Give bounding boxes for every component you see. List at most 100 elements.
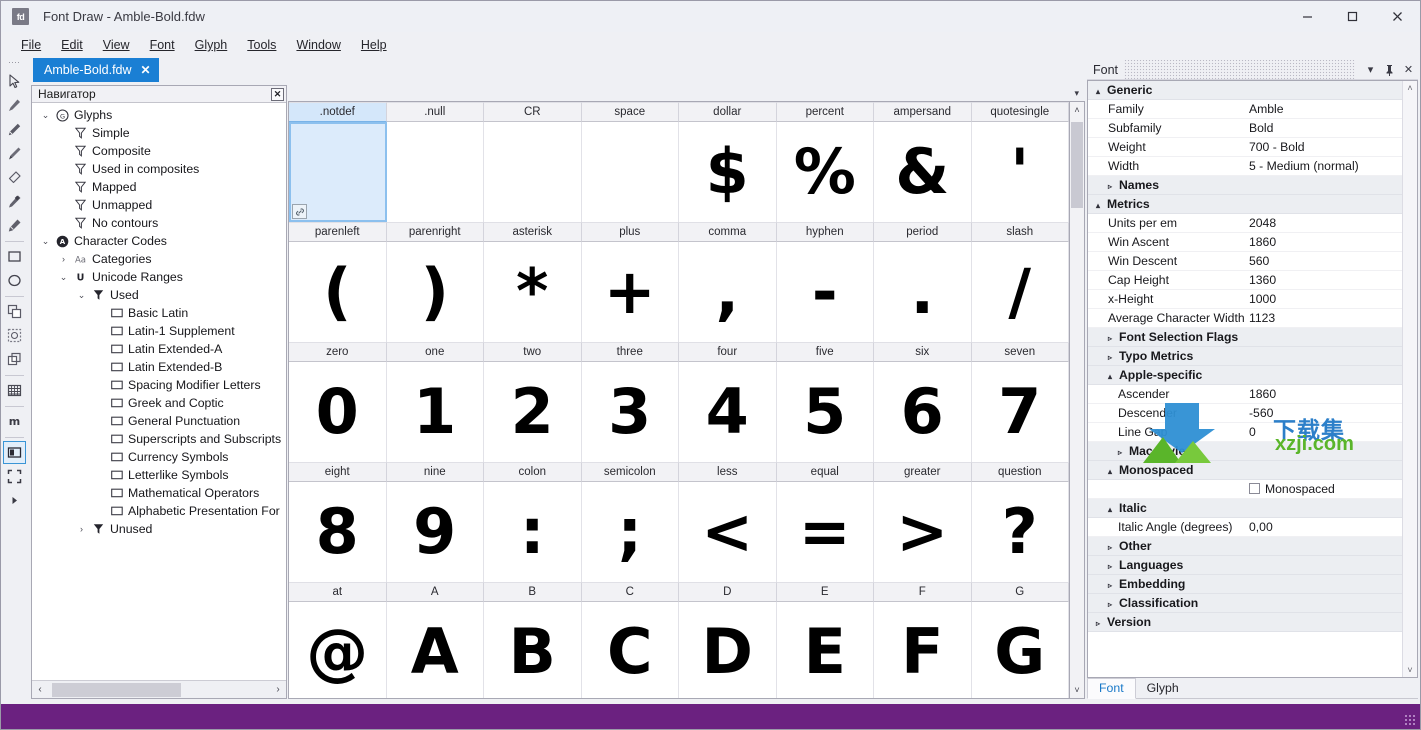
glyph-cell[interactable] xyxy=(581,122,679,222)
glyph-name-header[interactable]: four xyxy=(679,342,777,362)
glyph-cell[interactable]: < xyxy=(679,482,777,582)
glyph-name-header[interactable]: dollar xyxy=(679,102,777,122)
tree-item-greek-and-coptic[interactable]: Greek and Coptic xyxy=(32,394,286,412)
glyph-name-header[interactable]: asterisk xyxy=(484,222,582,242)
menu-edit[interactable]: Edit xyxy=(51,35,93,55)
glyph-name-header[interactable]: eight xyxy=(289,462,387,482)
hscroll-left-icon[interactable]: ‹ xyxy=(32,682,48,698)
glyph-name-header[interactable]: percent xyxy=(776,102,874,122)
union-shapes-icon[interactable] xyxy=(3,300,26,323)
tree-item-basic-latin[interactable]: Basic Latin xyxy=(32,304,286,322)
glyph-name-header[interactable]: seven xyxy=(971,342,1069,362)
tree-item-simple[interactable]: Simple xyxy=(32,124,286,142)
group-twisty-icon[interactable]: ▴ xyxy=(1096,87,1107,96)
menu-font[interactable]: Font xyxy=(140,35,185,55)
expand-arrow-icon[interactable] xyxy=(3,489,26,512)
tree-item-mathematical-operators[interactable]: Mathematical Operators xyxy=(32,484,286,502)
menu-window[interactable]: Window xyxy=(286,35,350,55)
tree-item-spacing-modifier-letters[interactable]: Spacing Modifier Letters xyxy=(32,376,286,394)
tree-item-general-punctuation[interactable]: General Punctuation xyxy=(32,412,286,430)
tree-twisty-icon[interactable]: ⌄ xyxy=(56,272,71,283)
tree-item-unicode-ranges[interactable]: ⌄ U Unicode Ranges xyxy=(32,268,286,286)
glyph-cell[interactable]: ; xyxy=(581,482,679,582)
glyph-cell[interactable]: @ xyxy=(289,602,387,698)
highlighter-icon[interactable] xyxy=(3,214,26,237)
select-region-icon[interactable] xyxy=(3,324,26,347)
font-property-italic-angle-degrees[interactable]: Italic Angle (degrees) 0,00 xyxy=(1088,518,1402,537)
duplicate-icon[interactable] xyxy=(3,348,26,371)
tree-item-latin-extended-a[interactable]: Latin Extended-A xyxy=(32,340,286,358)
glyph-name-header[interactable]: six xyxy=(874,342,972,362)
glyph-name-header[interactable]: space xyxy=(581,102,679,122)
tree-item-character-codes[interactable]: ⌄ A Character Codes xyxy=(32,232,286,250)
group-twisty-icon[interactable]: ▹ xyxy=(1118,448,1129,457)
glyph-cell[interactable]: 9 xyxy=(386,482,484,582)
tree-item-used[interactable]: ⌄ Used xyxy=(32,286,286,304)
glyph-cell[interactable]: G xyxy=(971,602,1069,698)
glyph-cell[interactable]: > xyxy=(874,482,972,582)
font-property-width[interactable]: Width 5 - Medium (normal) xyxy=(1088,157,1402,176)
tree-item-letterlike-symbols[interactable]: Letterlike Symbols xyxy=(32,466,286,484)
marker-icon[interactable] xyxy=(3,190,26,213)
font-group-version[interactable]: ▹ Version xyxy=(1088,613,1402,632)
vscroll-down-icon[interactable]: ˅ xyxy=(1070,682,1084,698)
font-property-value[interactable]: Monospaced xyxy=(1244,482,1402,496)
glyph-cell[interactable]: % xyxy=(776,122,874,222)
glyph-name-header[interactable]: plus xyxy=(581,222,679,242)
font-property-cap-height[interactable]: Cap Height 1360 xyxy=(1088,271,1402,290)
glyph-name-header[interactable]: parenright xyxy=(386,222,484,242)
glyph-name-header[interactable]: period xyxy=(874,222,972,242)
navigator-hscrollbar[interactable]: ‹ › xyxy=(32,680,286,698)
glyph-name-header[interactable]: three xyxy=(581,342,679,362)
glyph-cell[interactable]: 1 xyxy=(386,362,484,462)
glyph-cell[interactable]: F xyxy=(874,602,972,698)
glyph-cell[interactable]: + xyxy=(581,242,679,342)
tree-item-categories[interactable]: › Aa Categories xyxy=(32,250,286,268)
font-property-line-gap[interactable]: Line Gap 0 xyxy=(1088,423,1402,442)
glyph-cell[interactable]: - xyxy=(776,242,874,342)
glyph-name-header[interactable]: A xyxy=(386,582,484,602)
font-property-win-descent[interactable]: Win Descent 560 xyxy=(1088,252,1402,271)
tree-item-unmapped[interactable]: Unmapped xyxy=(32,196,286,214)
glyph-name-header[interactable]: parenleft xyxy=(289,222,387,242)
toolbar-grip[interactable] xyxy=(8,60,21,66)
font-group-classification[interactable]: ▹ Classification xyxy=(1088,594,1402,613)
menu-help[interactable]: Help xyxy=(351,35,397,55)
font-vscroll-up-icon[interactable]: ˄ xyxy=(1407,81,1412,95)
minimize-button[interactable] xyxy=(1285,1,1330,32)
glyph-cell[interactable]: , xyxy=(679,242,777,342)
glyph-cell[interactable]: / xyxy=(971,242,1069,342)
glyph-name-header[interactable]: semicolon xyxy=(581,462,679,482)
tree-twisty-icon[interactable]: › xyxy=(56,254,71,264)
glyph-name-header[interactable]: comma xyxy=(679,222,777,242)
group-twisty-icon[interactable]: ▹ xyxy=(1108,353,1119,362)
glyph-cell[interactable]: 0 xyxy=(289,362,387,462)
eraser-icon[interactable] xyxy=(3,166,26,189)
monospaced-checkbox[interactable] xyxy=(1249,483,1260,494)
glyph-cell[interactable]: 3 xyxy=(581,362,679,462)
rectangle-icon[interactable] xyxy=(3,245,26,268)
group-twisty-icon[interactable]: ▹ xyxy=(1096,619,1107,628)
tree-item-latin-1-supplement[interactable]: Latin-1 Supplement xyxy=(32,322,286,340)
pointer-icon[interactable] xyxy=(3,70,26,93)
tree-item-composite[interactable]: Composite xyxy=(32,142,286,160)
brush-icon[interactable] xyxy=(3,142,26,165)
glyph-cell[interactable]: E xyxy=(776,602,874,698)
vscroll-up-icon[interactable]: ˄ xyxy=(1070,102,1084,118)
glyph-name-header[interactable]: colon xyxy=(484,462,582,482)
hscroll-thumb[interactable] xyxy=(52,682,181,697)
font-vscroll-down-icon[interactable]: ˅ xyxy=(1407,663,1412,677)
glyph-name-header[interactable]: B xyxy=(484,582,582,602)
glyph-name-header[interactable]: .null xyxy=(386,102,484,122)
tree-twisty-icon[interactable]: ⌄ xyxy=(38,110,53,121)
group-twisty-icon[interactable]: ▹ xyxy=(1108,334,1119,343)
glyph-cell[interactable]: 8 xyxy=(289,482,387,582)
glyph-name-header[interactable]: hyphen xyxy=(776,222,874,242)
group-twisty-icon[interactable]: ▴ xyxy=(1108,467,1119,476)
tree-twisty-icon[interactable]: › xyxy=(74,524,89,534)
navigator-close-icon[interactable]: ✕ xyxy=(271,87,284,101)
hscroll-right-icon[interactable]: › xyxy=(270,682,286,698)
glyph-cell[interactable]: & xyxy=(874,122,972,222)
tree-item-currency-symbols[interactable]: Currency Symbols xyxy=(32,448,286,466)
close-button[interactable] xyxy=(1375,1,1420,32)
